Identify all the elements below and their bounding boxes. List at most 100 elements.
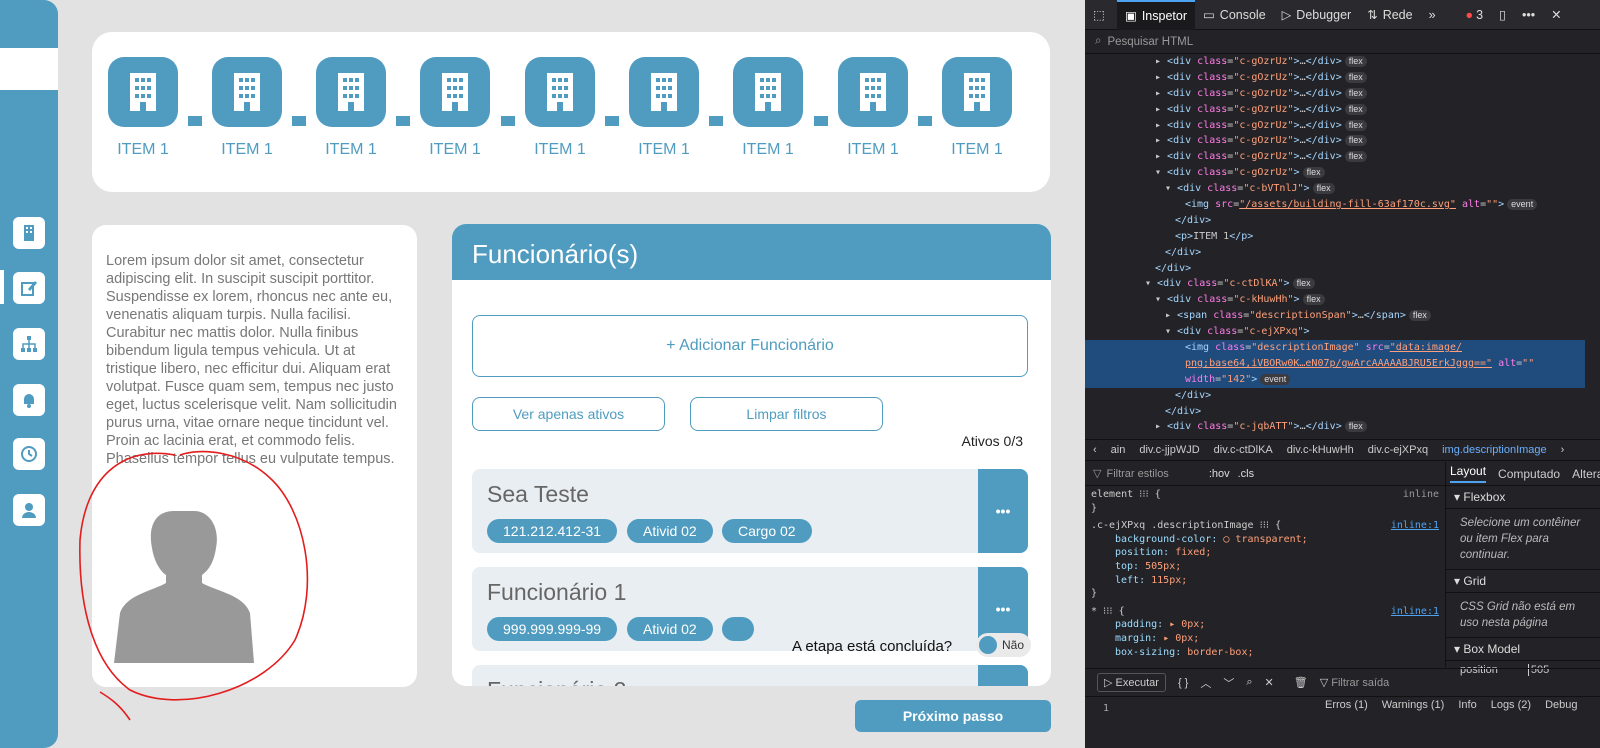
tab-inspector[interactable]: ▣ Inspetor — [1117, 0, 1195, 30]
picker-icon[interactable]: ⬚ — [1085, 0, 1117, 30]
tab-changes[interactable]: Altera — [1572, 467, 1600, 481]
step-item[interactable]: ITEM 1 — [629, 57, 699, 159]
filter-icon: ▽ — [1093, 468, 1102, 480]
building-icon — [316, 57, 386, 127]
building-icon — [420, 57, 490, 127]
inspector-icon: ▣ — [1125, 9, 1137, 23]
bell-icon[interactable] — [13, 384, 45, 416]
tab-computed[interactable]: Computado — [1498, 467, 1560, 481]
close-icon[interactable]: ✕ — [1543, 0, 1569, 30]
breadcrumb-back-icon[interactable]: ‹ — [1093, 444, 1097, 456]
tab-network[interactable]: ⇅ Rede — [1359, 0, 1420, 30]
trash-icon[interactable]: 🗑 — [1294, 676, 1308, 689]
employee-card[interactable]: Funcionário 2 ••• — [472, 665, 1028, 686]
step-item[interactable]: ITEM 1 — [525, 57, 595, 159]
run-button[interactable]: ▷ Executar — [1097, 673, 1166, 692]
add-employee-button[interactable]: + Adicionar Funcionário — [472, 315, 1028, 377]
css-rule-element[interactable]: element ⁝⁝⁝ {inline} — [1085, 486, 1445, 517]
flexbox-section[interactable]: ▾ Flexbox — [1446, 486, 1600, 509]
sidebar-logo-area — [0, 48, 58, 90]
breadcrumb-item[interactable]: div.c-jjpWJD — [1139, 444, 1199, 456]
debugger-icon: ▷ — [1281, 8, 1292, 22]
stage-question: A etapa está concluída? — [792, 638, 953, 655]
edit-icon[interactable] — [13, 272, 45, 304]
step-item[interactable]: ITEM 1 — [420, 57, 490, 159]
step-item[interactable]: ITEM 1 — [942, 57, 1012, 159]
filter-active-button[interactable]: Ver apenas ativos — [472, 397, 665, 431]
history-icon[interactable] — [13, 438, 45, 470]
tab-network-label: Rede — [1382, 7, 1413, 22]
filter-errors[interactable]: Erros (1) — [1325, 699, 1368, 711]
tab-debugger[interactable]: ▷ Debugger — [1274, 0, 1360, 30]
hov-toggle[interactable]: :hov — [1209, 468, 1230, 480]
user-icon[interactable] — [13, 494, 45, 526]
filter-warnings[interactable]: Warnings (1) — [1382, 699, 1445, 711]
step-label: ITEM 1 — [534, 141, 586, 158]
styles-filter-input[interactable]: Filtrar estilos — [1106, 468, 1168, 480]
layout-tabs: Layout Computado Altera — [1446, 462, 1600, 486]
breadcrumb-forward-icon[interactable]: › — [1561, 444, 1565, 456]
console-toolbar: ▷ Executar { } ︿ ﹀ ⌕ ✕ 🗑 ▽ Filtrar saída — [1085, 669, 1600, 697]
responsive-icon[interactable]: ▯ — [1491, 0, 1514, 30]
step-item[interactable]: ITEM 1 — [212, 57, 282, 159]
tab-console[interactable]: ▭ Console — [1195, 0, 1274, 30]
zoom-icon[interactable]: ⌕ — [1246, 676, 1252, 689]
more-options-button[interactable]: ••• — [978, 665, 1028, 686]
breadcrumb: ‹ ain div.c-jjpWJD div.c-ctDlKA div.c-kH… — [1085, 439, 1600, 461]
breadcrumb-item[interactable]: div.c-ctDlKA — [1214, 444, 1273, 456]
chevron-down-icon[interactable]: ﹀ — [1223, 675, 1234, 691]
menu-icon[interactable]: ••• — [1514, 0, 1543, 30]
close-icon[interactable]: ✕ — [1265, 676, 1274, 689]
breadcrumb-item[interactable]: img.descriptionImage — [1442, 444, 1547, 456]
building-icon — [942, 57, 1012, 127]
breadcrumb-item[interactable]: div.c-kHuwHh — [1287, 444, 1354, 456]
html-search[interactable]: ⌕ Pesquisar HTML — [1085, 30, 1600, 54]
description-panel: Lorem ipsum dolor sit amet, consectetur … — [92, 225, 417, 687]
step-item[interactable]: ITEM 1 — [316, 57, 386, 159]
grid-section[interactable]: ▾ Grid — [1446, 570, 1600, 593]
more-options-button[interactable]: ••• — [978, 469, 1028, 553]
hierarchy-icon[interactable] — [13, 328, 45, 360]
step-item[interactable]: ITEM 1 — [108, 57, 178, 159]
step-label: ITEM 1 — [429, 141, 481, 158]
breadcrumb-item[interactable]: ain — [1111, 444, 1126, 456]
stage-toggle[interactable]: Não — [976, 633, 1031, 657]
building-icon[interactable] — [13, 217, 45, 249]
step-connector — [188, 116, 202, 126]
filter-logs[interactable]: Logs (2) — [1491, 699, 1531, 711]
styles-pane: ▽ Filtrar estilos :hov .cls element ⁝⁝⁝ {in… — [1085, 462, 1445, 667]
breadcrumb-item[interactable]: div.c-ejXPxq — [1368, 444, 1428, 456]
role-badge — [722, 617, 754, 641]
clear-filters-button[interactable]: Limpar filtros — [690, 397, 883, 431]
employee-card[interactable]: Sea Teste 121.212.412-31 Ativid 02 Cargo… — [472, 469, 1028, 553]
employee-name: Funcionário 1 — [487, 579, 627, 605]
next-step-button[interactable]: Próximo passo — [855, 700, 1051, 732]
step-connector — [396, 116, 410, 126]
chevron-up-icon[interactable]: ︿ — [1200, 675, 1211, 691]
console-filter-input[interactable]: ▽ Filtrar saída — [1320, 676, 1390, 689]
dom-tree[interactable]: ▸ <div class="c-gOzrUz">…</div> flex ▸ <d… — [1085, 54, 1585, 438]
filter-debug[interactable]: Debug — [1545, 699, 1577, 711]
tab-layout[interactable]: Layout — [1450, 464, 1487, 483]
more-tabs-icon[interactable]: » — [1421, 0, 1444, 30]
flexbox-message: Selecione um contêiner ou item Flex para… — [1446, 509, 1600, 570]
styles-toolbar: ▽ Filtrar estilos :hov .cls — [1085, 462, 1445, 486]
console-panel: ▷ Executar { } ︿ ﹀ ⌕ ✕ 🗑 ▽ Filtrar saída… — [1085, 668, 1600, 748]
building-icon — [838, 57, 908, 127]
css-rule-universal[interactable]: * ⁝⁝⁝ {inline:1 padding: ▸ 0px; margin: … — [1085, 603, 1445, 661]
filter-info[interactable]: Info — [1458, 699, 1476, 711]
braces-icon[interactable]: { } — [1178, 677, 1188, 689]
cls-toggle[interactable]: .cls — [1238, 468, 1255, 480]
active-count: Ativos 0/3 — [961, 433, 1023, 449]
tab-debugger-label: Debugger — [1296, 7, 1352, 22]
step-item[interactable]: ITEM 1 — [838, 57, 908, 159]
error-count-label: 3 — [1476, 7, 1484, 22]
sidebar-active-indicator — [0, 270, 4, 304]
step-item[interactable]: ITEM 1 — [733, 57, 803, 159]
boxmodel-section[interactable]: ▾ Box Model — [1446, 638, 1600, 661]
console-filter-placeholder: Filtrar saída — [1331, 677, 1390, 689]
error-count[interactable]: ● 3 — [1458, 0, 1492, 30]
building-icon — [212, 57, 282, 127]
building-icon — [733, 57, 803, 127]
css-rule-description-image[interactable]: .c-ejXPxq .descriptionImage ⁝⁝⁝ {inline:… — [1085, 517, 1445, 603]
